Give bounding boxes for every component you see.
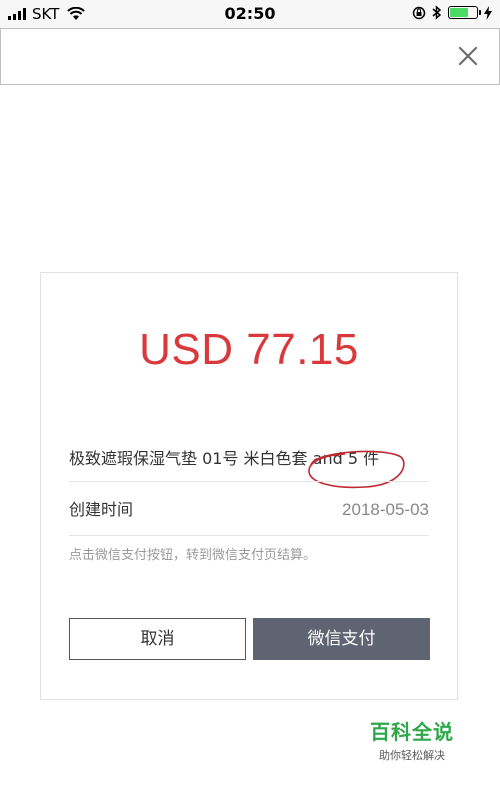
wechat-pay-button[interactable]: 微信支付 [253,618,430,660]
watermark: 百科全说 助你轻松解决 [362,716,462,763]
cancel-button[interactable]: 取消 [69,618,246,660]
created-date: 2018-05-03 [342,500,429,519]
created-row: 创建时间 2018-05-03 [69,495,429,525]
watermark-subtitle: 助你轻松解决 [379,749,445,762]
product-row: 极致遮瑕保湿气垫 01号 米白色套 and 5 件 [69,439,429,489]
created-label: 创建时间 [69,500,134,519]
orientation-lock-icon [412,6,426,19]
divider [69,535,429,536]
product-more-count: and 5 件 [307,449,405,489]
payment-amount: USD 77.15 [139,325,359,374]
charging-icon [484,5,492,20]
status-bar: SKT 02:50 [0,0,500,28]
divider [69,481,429,482]
product-name: 极致遮瑕保湿气垫 01号 米白色套 [69,449,308,468]
status-right [412,5,492,20]
bluetooth-icon [432,5,442,20]
battery-icon [448,6,481,19]
watermark-title: 百科全说 [370,720,454,744]
payment-note: 点击微信支付按钮，转到微信支付页结算。 [69,548,317,563]
battery-fill [450,8,468,17]
close-icon[interactable] [455,43,481,69]
top-panel [0,28,500,85]
product-more-label: and 5 件 [312,449,380,468]
payment-card: USD 77.15 极致遮瑕保湿气垫 01号 米白色套 and 5 件 创建时间… [40,272,458,700]
